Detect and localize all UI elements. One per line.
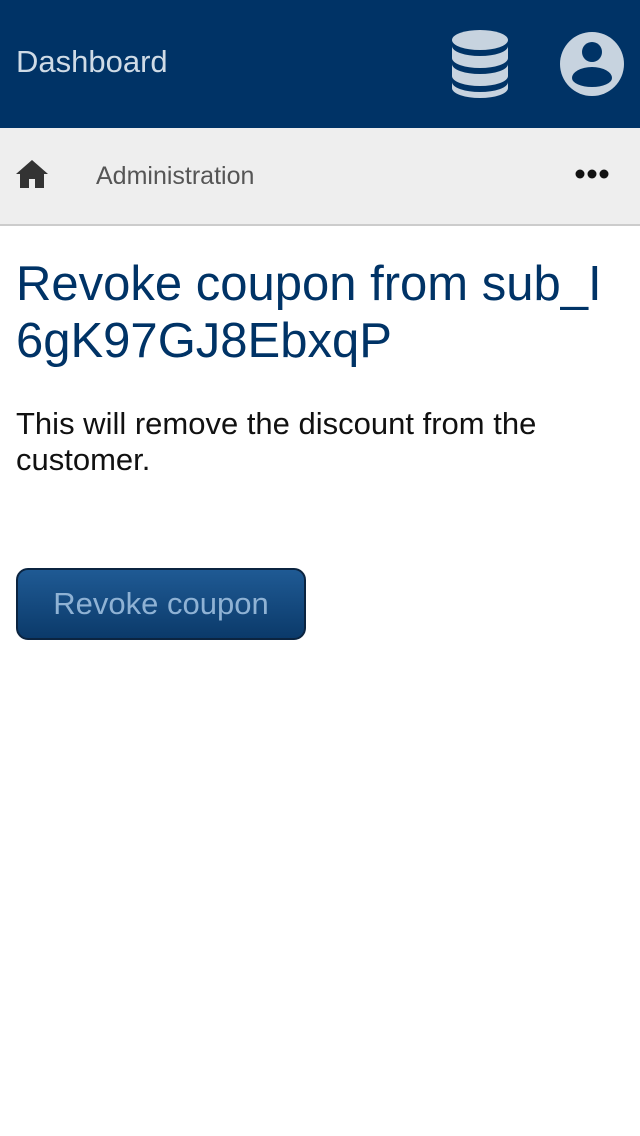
database-button[interactable] <box>448 28 512 100</box>
app-header: Dashboard <box>0 0 640 128</box>
page-description: This will remove the discount from the c… <box>16 406 537 477</box>
app-title-link[interactable]: Dashboard <box>16 0 168 124</box>
more-horizontal-icon <box>575 169 609 179</box>
user-account-icon <box>560 32 624 96</box>
page-title: Revoke coupon from sub_I6gK97GJ8EbxqP <box>16 257 602 368</box>
more-options-button[interactable] <box>572 158 612 190</box>
breadcrumb-administration[interactable]: Administration <box>96 128 254 224</box>
revoke-coupon-button[interactable]: Revoke coupon <box>16 568 306 640</box>
home-icon <box>16 160 48 188</box>
home-button[interactable] <box>14 156 50 192</box>
breadcrumb-bar: Administration <box>0 128 640 226</box>
user-account-button[interactable] <box>558 30 626 98</box>
main-content: Revoke coupon from sub_I6gK97GJ8EbxqP Th… <box>0 226 640 640</box>
database-icon <box>452 30 508 98</box>
